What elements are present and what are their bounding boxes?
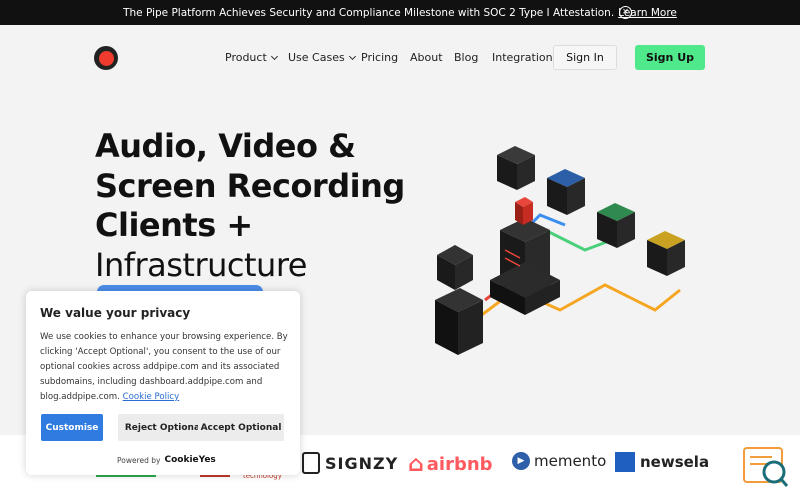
announcement-bar: The Pipe Platform Achieves Security and … bbox=[0, 0, 800, 25]
play-circle-icon: ▶ bbox=[512, 452, 530, 470]
reject-optional-button[interactable]: Reject Optional bbox=[118, 414, 210, 441]
airbnb-logo-text: airbnb bbox=[426, 454, 493, 475]
sign-in-button[interactable]: Sign In bbox=[553, 45, 617, 70]
powered-by: Powered by CookieYes bbox=[117, 455, 216, 465]
cookie-policy-link[interactable]: Cookie Policy bbox=[123, 392, 180, 402]
nav-item-integrations[interactable]: Integrations bbox=[492, 51, 558, 64]
chevron-down-icon bbox=[348, 52, 356, 61]
nav-item-product[interactable]: Product bbox=[225, 51, 278, 64]
airbnb-icon: ⌂ bbox=[408, 452, 424, 477]
chat-widget-icon[interactable] bbox=[742, 445, 790, 493]
nav-item-label: About bbox=[410, 51, 443, 64]
hero-title-line-3: Clients + bbox=[95, 206, 253, 244]
cookieyes-logo: CookieYes bbox=[164, 455, 216, 465]
nav-item-label: Blog bbox=[454, 51, 479, 64]
hero-title-line-1: Audio, Video & bbox=[95, 127, 356, 165]
hero-title-line-2: Screen Recording bbox=[95, 167, 405, 205]
newsela-icon bbox=[615, 452, 635, 472]
lock-icon bbox=[302, 452, 320, 474]
accept-optional-button[interactable]: Accept Optional bbox=[198, 414, 284, 441]
nav-item-pricing[interactable]: Pricing bbox=[361, 51, 398, 64]
signzy-logo-text: SIGNZY bbox=[325, 453, 399, 473]
sign-up-button[interactable]: Sign Up bbox=[635, 45, 705, 70]
newsela-logo-text: newsela bbox=[640, 453, 710, 471]
memento-logo-text: memento bbox=[534, 452, 607, 470]
nav-item-label: Use Cases bbox=[288, 51, 345, 64]
newsela-logo: newsela bbox=[615, 452, 709, 472]
cookie-body: We use cookies to enhance your browsing … bbox=[40, 330, 290, 405]
close-icon[interactable]: ✕ bbox=[619, 6, 632, 19]
chevron-down-icon bbox=[270, 52, 278, 61]
nav-item-blog[interactable]: Blog bbox=[454, 51, 478, 64]
signzy-logo: SIGNZY bbox=[302, 452, 398, 474]
nav-item-label: Integrations bbox=[492, 51, 559, 64]
nav-item-label: Pricing bbox=[361, 51, 399, 64]
customise-button[interactable]: Customise bbox=[41, 414, 103, 441]
infrastructure-illustration bbox=[435, 146, 685, 355]
cookie-title: We value your privacy bbox=[40, 306, 191, 320]
nav-item-use-cases[interactable]: Use Cases bbox=[288, 51, 356, 64]
nav-item-label: Product bbox=[225, 51, 267, 64]
hero-title-line-4: Infrastructure bbox=[95, 246, 307, 284]
pipe-logo[interactable] bbox=[94, 46, 118, 70]
cookie-consent-dialog: We value your privacy We use cookies to … bbox=[26, 291, 300, 475]
announcement-text: The Pipe Platform Achieves Security and … bbox=[123, 6, 615, 19]
powered-by-text: Powered by bbox=[117, 455, 161, 465]
airbnb-logo: ⌂ airbnb bbox=[408, 452, 493, 477]
memento-logo: ▶ memento bbox=[512, 452, 606, 470]
nav-item-about[interactable]: About bbox=[410, 51, 443, 64]
